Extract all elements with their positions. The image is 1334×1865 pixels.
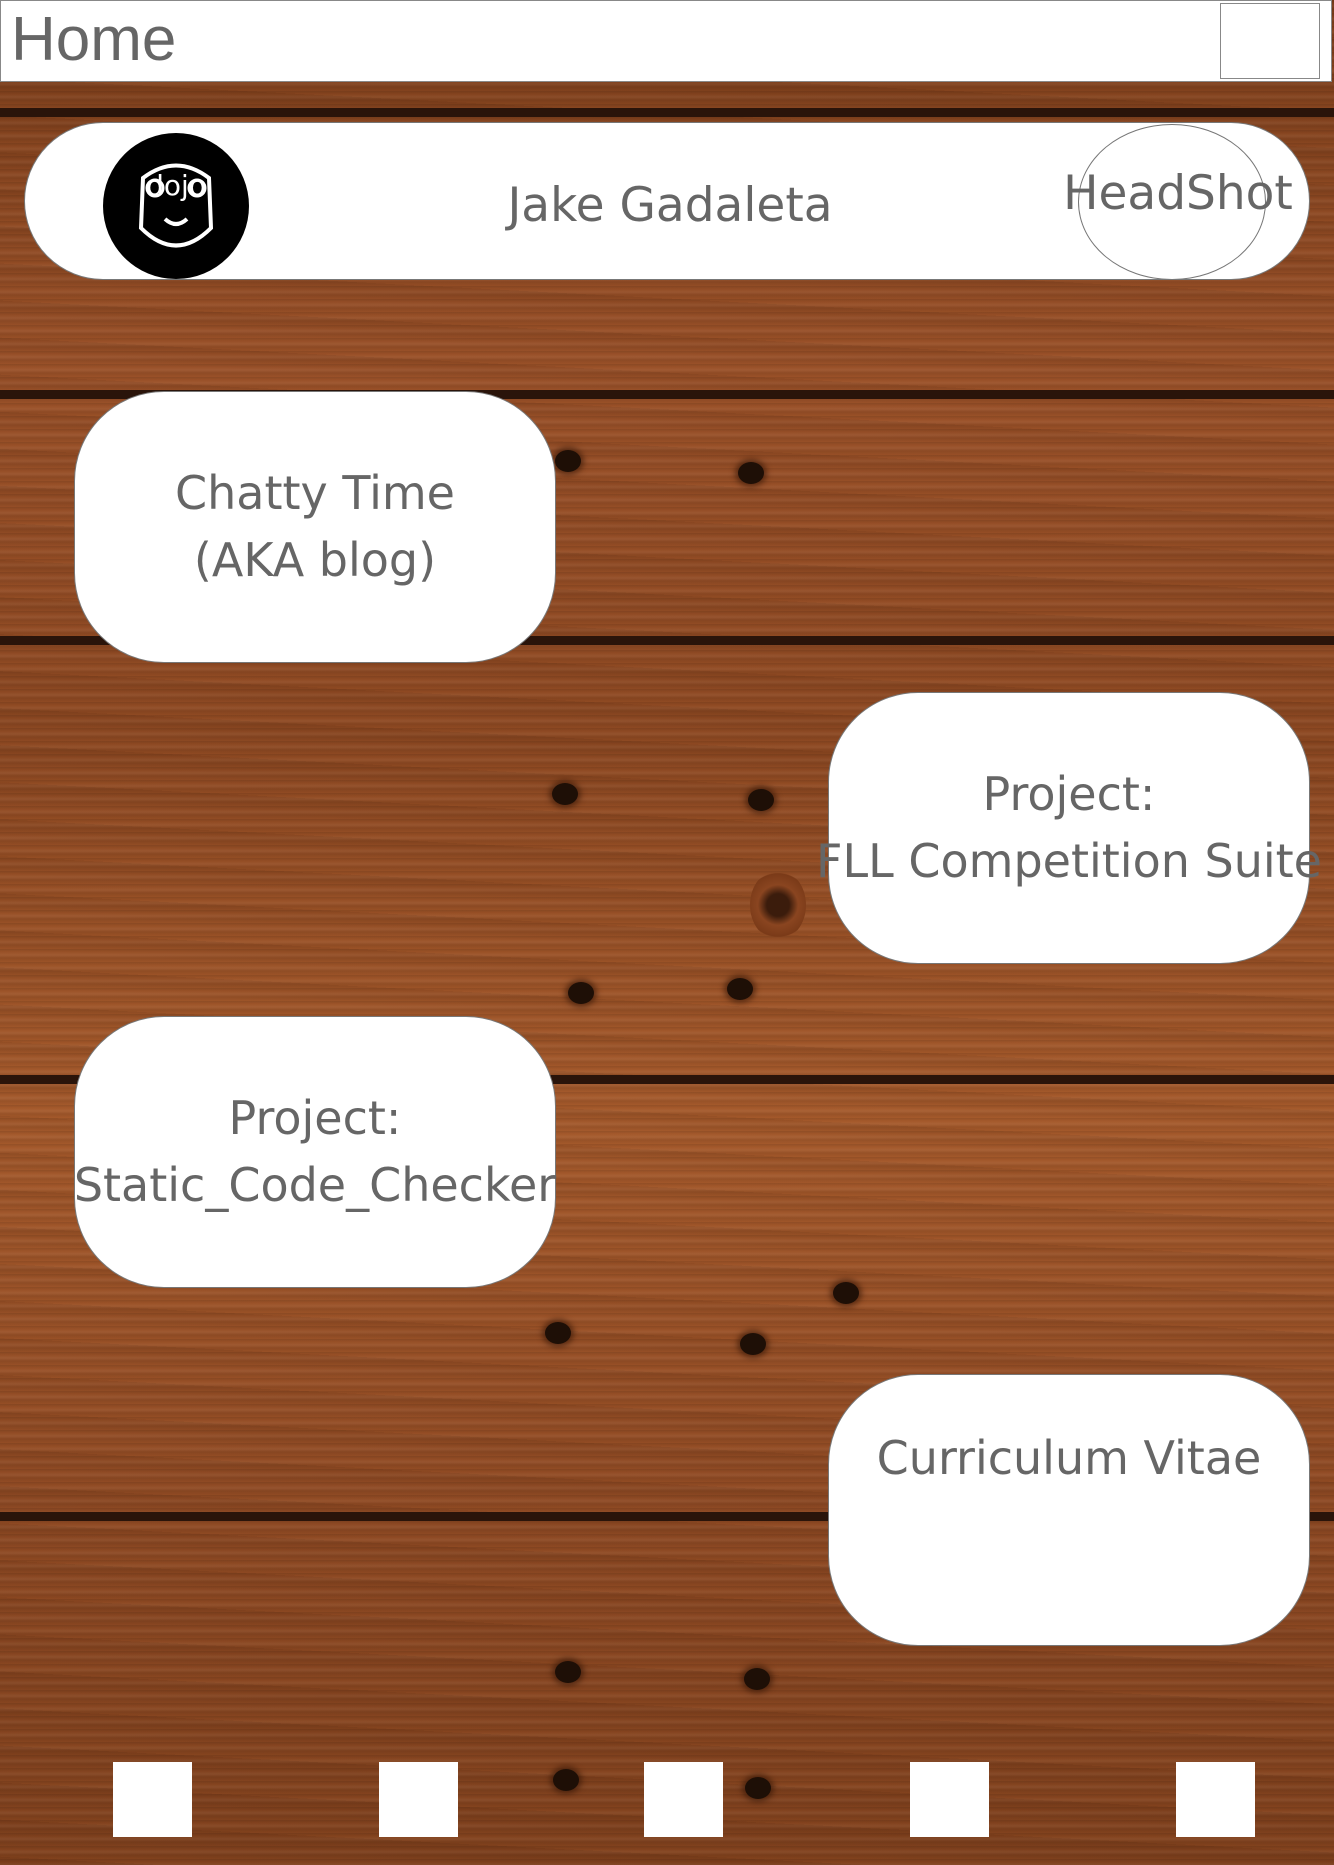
card-static-code-checker[interactable]: Project: Static_Code_Checker (74, 1016, 556, 1288)
dojo-face-icon: dojo (138, 163, 214, 248)
top-bar: Home (0, 0, 1332, 82)
bottom-nav-button-5[interactable] (1176, 1762, 1255, 1837)
wood-knot (750, 870, 806, 940)
bottom-nav-button-2[interactable] (379, 1762, 458, 1837)
wood-knot (552, 783, 578, 805)
card-fll-suite[interactable]: Project: FLL Competition Suite (816, 692, 1322, 964)
card-line: FLL Competition Suite (816, 834, 1322, 888)
wood-knot (555, 450, 581, 472)
wood-knot (568, 982, 594, 1004)
card-line: Project: (982, 767, 1156, 821)
wood-knot (555, 1661, 581, 1683)
card-line: Chatty Time (175, 466, 455, 520)
bottom-nav-button-3[interactable] (644, 1762, 723, 1837)
wood-knot (727, 978, 753, 1000)
dojo-logo-avatar: dojo (103, 133, 249, 279)
bottom-nav-button-4[interactable] (910, 1762, 989, 1837)
card-line: (AKA blog) (193, 533, 437, 587)
wood-knot (833, 1282, 859, 1304)
wood-knot (748, 789, 774, 811)
headshot-label: HeadShot (1063, 166, 1293, 221)
plank-seam (0, 108, 1334, 117)
card-line: Curriculum Vitae (876, 1431, 1262, 1485)
page-title: Home (11, 5, 177, 74)
menu-button[interactable] (1220, 3, 1320, 79)
card-line: Static_Code_Checker (73, 1158, 557, 1212)
card-line: Project: (228, 1091, 402, 1145)
wood-knot (738, 462, 764, 484)
card-blog[interactable]: Chatty Time (AKA blog) (74, 391, 556, 663)
bottom-nav-button-1[interactable] (113, 1762, 192, 1837)
avatar-text: dojo (146, 169, 206, 202)
wood-knot (744, 1668, 770, 1690)
profile-name: Jake Gadaleta (507, 178, 833, 233)
card-curriculum-vitae[interactable]: Curriculum Vitae (828, 1374, 1310, 1646)
wood-knot (545, 1322, 571, 1344)
wood-knot (553, 1769, 579, 1791)
wood-knot (745, 1777, 771, 1799)
wood-knot (740, 1333, 766, 1355)
